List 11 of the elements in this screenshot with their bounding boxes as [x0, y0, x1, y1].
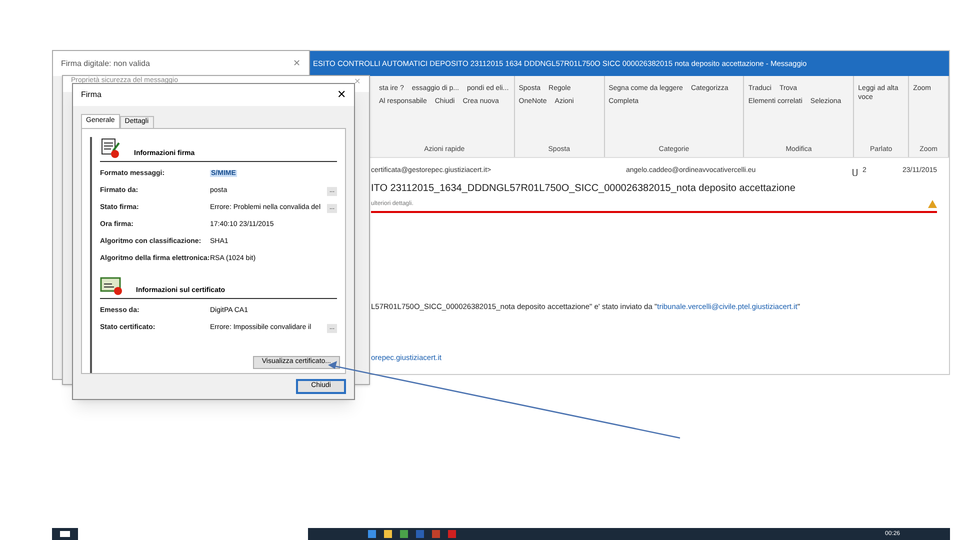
paperclip-icon [852, 166, 858, 176]
message-subject: ITO 23112015_1634_DDDNGL57R01L750O_SICC_000026382015_nota deposito accettazione [371, 182, 796, 196]
close-icon[interactable]: ✕ [337, 86, 346, 104]
close-icon[interactable]: ✕ [293, 56, 301, 70]
windows-icon[interactable] [60, 531, 70, 537]
dialog-title: Firma digitale: non valida [61, 58, 150, 70]
warning-icon [928, 200, 937, 208]
search-field[interactable] [78, 528, 308, 540]
dialog-title: Firma [81, 89, 102, 101]
signed-document-icon [100, 137, 122, 159]
certificate-icon [100, 276, 124, 296]
